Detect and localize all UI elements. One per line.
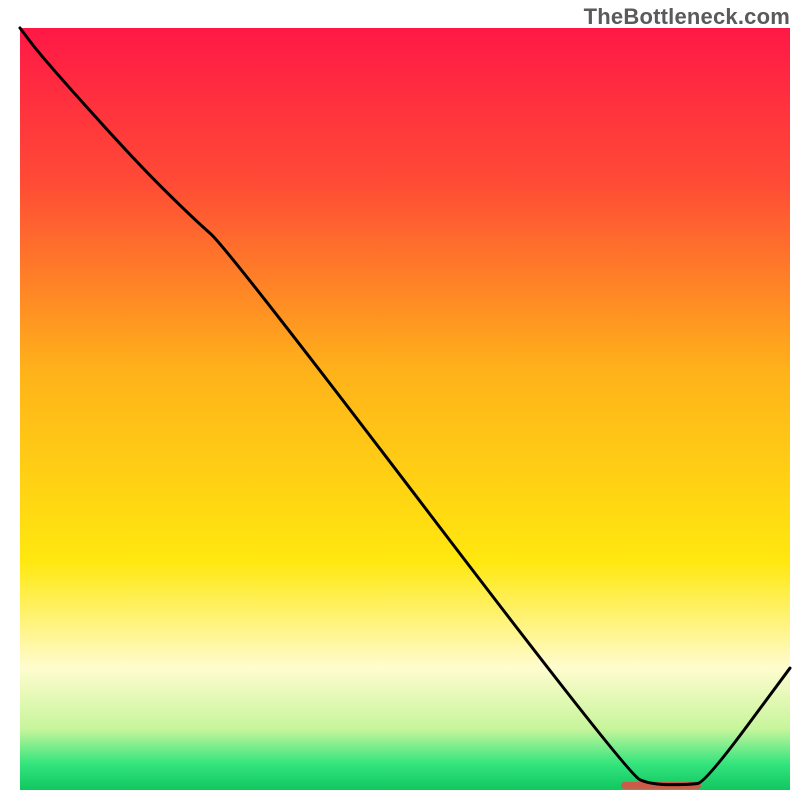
- chart-background: [20, 28, 790, 790]
- chart-container: TheBottleneck.com: [0, 0, 800, 800]
- bottleneck-chart: [0, 0, 800, 800]
- attribution-label: TheBottleneck.com: [584, 4, 790, 30]
